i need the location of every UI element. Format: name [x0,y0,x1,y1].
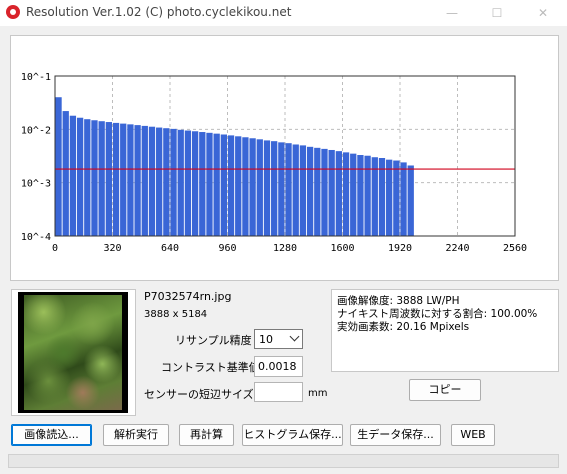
histogram-bar [148,126,156,236]
resample-select[interactable]: 10 [254,329,303,349]
results-box: 画像解像度: 3888 LW/PH ナイキスト周波数に対する割合: 100.00… [331,289,559,372]
histogram-bar [206,132,213,236]
histogram-bar [84,119,91,236]
histogram-bar [278,142,285,236]
app-icon [6,5,20,19]
histogram-bar [350,153,357,236]
histogram-bar [306,146,314,236]
image-dimensions: 3888 x 5184 [144,309,208,320]
histogram-bar [271,141,278,236]
x-tick-label: 2240 [445,243,469,254]
thumbnail-frame [11,289,136,416]
histogram-bar [364,155,371,236]
histogram-bar [120,123,127,236]
x-tick-label: 1600 [330,243,354,254]
histogram-bar [321,148,328,236]
contrast-input[interactable]: 0.0018 [254,356,303,377]
analyze-button[interactable]: 解析実行 [103,424,169,446]
web-button[interactable]: WEB [451,424,495,446]
histogram-bar [285,143,292,236]
effective-pixels-result: 実効画素数: 20.16 Mpixels [337,321,470,333]
histogram-bar [342,152,350,236]
x-tick-label: 0 [52,243,58,254]
histogram-bar [242,137,249,236]
sensor-unit-label: mm [308,388,328,399]
x-tick-label: 640 [161,243,179,254]
contrast-label: コントラスト基準値 [161,361,260,374]
histogram-bar [134,125,141,236]
x-tick-label: 2560 [503,243,527,254]
y-tick-label: 10^-3 [21,179,51,190]
histogram-panel: 0 320 640 960 1280 1600 1920 2240 2560 10^-4 10^-3… [10,35,559,281]
histogram-bar [177,129,184,236]
histogram-bar [62,111,69,236]
histogram-bar [407,165,414,236]
histogram-bar [400,162,407,236]
histogram-bar [156,127,163,236]
file-name: P7032574rn.jpg [144,290,232,303]
histogram-bar [299,145,307,236]
sensor-size-input[interactable] [254,382,303,402]
histogram-bar [69,115,77,236]
histogram-chart: 0 320 640 960 1280 1600 1920 2240 2560 10^-4 10^-3… [21,72,527,254]
y-tick-label: 10^-4 [21,232,51,243]
maximize-button[interactable]: ☐ [474,0,520,26]
histogram-bar [335,151,342,236]
window-title: Resolution Ver.1.02 (C) photo.cyclekikou… [26,5,292,19]
histogram-bar [292,144,299,236]
histogram-bar [98,121,105,236]
x-tick-label: 1280 [273,243,297,254]
histogram-bar [357,155,364,236]
histogram-bar [386,159,393,236]
recalculate-button[interactable]: 再計算 [179,424,234,446]
histogram-bar [184,130,192,236]
histogram-bar [55,97,62,236]
histogram-bar [199,132,206,236]
histogram-bar [213,133,220,236]
histogram-bar [227,135,235,236]
histogram-bar [220,134,227,236]
x-tick-label: 320 [103,243,121,254]
title-bar[interactable]: Resolution Ver.1.02 (C) photo.cyclekikou… [0,0,567,26]
sensor-size-label: センサーの短辺サイズ [144,388,254,401]
histogram-bar [249,138,256,236]
minimize-button[interactable]: — [429,0,475,26]
resample-value: 10 [259,333,273,346]
status-bar [8,454,559,468]
y-tick-label: 10^-1 [21,72,51,83]
close-button[interactable]: ✕ [520,0,566,26]
save-histogram-button[interactable]: ヒストグラム保存... [242,424,343,446]
copy-button[interactable]: コピー [409,379,481,401]
histogram-bar [378,158,386,236]
histogram-bar [263,140,271,236]
chevron-down-icon [289,331,300,342]
resample-label: リサンプル精度 [175,334,252,347]
histogram-bar [314,147,321,236]
histogram-bar [141,125,148,236]
app-window: Resolution Ver.1.02 (C) photo.cyclekikou… [0,0,567,474]
x-tick-label: 960 [218,243,236,254]
histogram-bar [393,160,400,236]
histogram-bar [256,139,263,236]
histogram-bar [127,124,134,236]
histogram-bar [328,149,335,236]
x-tick-label: 1920 [388,243,412,254]
histogram-bar [163,128,170,236]
histogram-bar [91,120,98,236]
histogram-bar [170,128,177,236]
histogram-bar [235,136,242,236]
histogram-bar [105,122,112,236]
save-raw-data-button[interactable]: 生データ保存... [350,424,441,446]
histogram-bar [112,122,120,236]
histogram-bar [191,131,199,236]
image-thumbnail [18,292,128,413]
load-image-button[interactable]: 画像読込... [11,424,92,446]
histogram-bar [76,117,84,236]
y-tick-label: 10^-2 [21,125,51,136]
